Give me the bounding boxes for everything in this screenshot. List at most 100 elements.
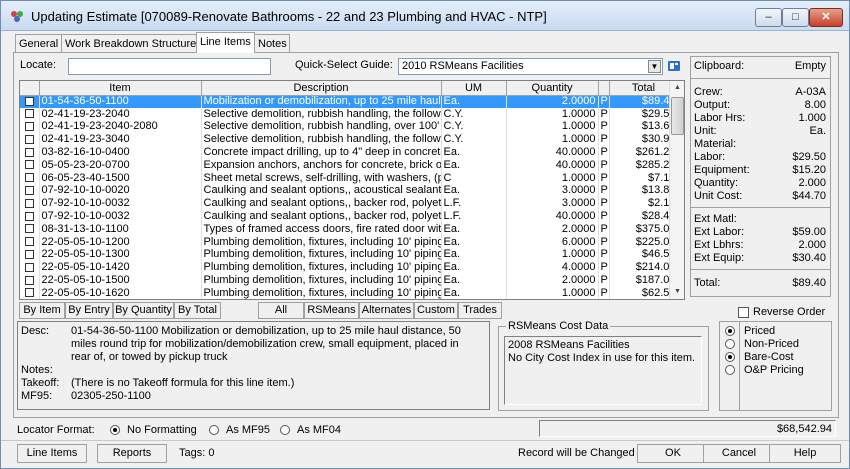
row-checkbox[interactable] <box>20 197 40 211</box>
row-checkbox[interactable] <box>20 261 40 275</box>
row-checkbox[interactable] <box>20 171 40 185</box>
checkbox[interactable] <box>24 250 34 260</box>
filter-custom-tab[interactable]: Custom <box>414 302 458 319</box>
col-quantity[interactable]: Quantity <box>506 81 599 96</box>
as-mf95-radio[interactable] <box>209 425 219 435</box>
title-bar[interactable]: Updating Estimate [070089-Renovate Bathr… <box>1 1 849 31</box>
dropdown-arrow-icon[interactable]: ▼ <box>648 60 661 73</box>
sort-by-quantity-tab[interactable]: By Quantity <box>113 302 174 319</box>
pricing-divider <box>739 321 740 411</box>
quick-select-dropdown[interactable]: 2010 RSMeans Facilities ▼ <box>398 58 663 75</box>
row-checkbox[interactable] <box>20 235 40 249</box>
checkbox[interactable] <box>24 237 34 247</box>
col-um[interactable]: UM <box>441 81 507 96</box>
checkbox[interactable] <box>24 211 34 221</box>
op-pricing-radio[interactable] <box>725 365 735 375</box>
table-row[interactable]: 22-05-05-10-1420 Plumbing demolition, fix… <box>20 261 679 275</box>
minimize-button[interactable]: – <box>755 8 782 27</box>
tab-notes[interactable]: Notes <box>254 34 290 53</box>
table-row[interactable]: 22-05-05-10-1300 Plumbing demolition, fix… <box>20 248 679 262</box>
row-checkbox[interactable] <box>20 120 40 134</box>
table-row[interactable]: 07-92-10-10-0020 Caulking and sealant opt… <box>20 184 679 198</box>
tab-line-items[interactable]: Line Items <box>196 32 255 53</box>
filter-alternates-tab[interactable]: Alternates <box>359 302 414 319</box>
row-checkbox[interactable] <box>20 274 40 287</box>
table-row[interactable]: 08-31-13-10-1100 Types of framed access d… <box>20 222 679 236</box>
line-items-grid[interactable]: Item Description UM Quantity Total 01-54… <box>19 80 685 300</box>
row-checkbox[interactable] <box>20 286 40 299</box>
col-description[interactable]: Description <box>201 81 442 96</box>
checkbox[interactable] <box>24 147 34 157</box>
col-item[interactable]: Item <box>39 81 202 96</box>
row-checkbox[interactable] <box>20 210 40 223</box>
row-checkbox[interactable] <box>20 107 40 121</box>
sort-by-total-tab[interactable]: By Total <box>174 302 221 319</box>
locate-input[interactable] <box>68 58 271 75</box>
filter-trades-tab[interactable]: Trades <box>458 302 502 319</box>
checkbox[interactable] <box>24 262 34 272</box>
cell-total: $13.65 <box>609 120 679 134</box>
scroll-down-icon[interactable]: ▼ <box>670 285 685 299</box>
book-icon[interactable] <box>667 59 681 73</box>
checkbox[interactable] <box>24 186 34 196</box>
scroll-thumb[interactable] <box>671 97 684 135</box>
checkbox[interactable] <box>24 134 34 144</box>
tab-work-breakdown[interactable]: Work Breakdown Structure <box>61 34 197 53</box>
checkbox[interactable] <box>24 288 34 298</box>
line-items-button[interactable]: Line Items <box>17 444 87 463</box>
table-row[interactable]: 22-05-05-10-1620 Plumbing demolition, fix… <box>20 286 679 299</box>
maximize-button[interactable]: □ <box>782 8 809 27</box>
sort-by-entry-tab[interactable]: By Entry <box>65 302 113 319</box>
reverse-order-checkbox[interactable] <box>738 307 749 318</box>
as-mf04-radio[interactable] <box>280 425 290 435</box>
cancel-button[interactable]: Cancel <box>703 444 775 463</box>
checkbox[interactable] <box>24 109 34 119</box>
row-checkbox[interactable] <box>20 248 40 262</box>
checkbox[interactable] <box>24 275 34 285</box>
table-row[interactable]: 06-05-23-40-1500 Sheet metal screws, self… <box>20 171 679 185</box>
table-row[interactable]: 07-92-10-10-0032 Caulking and sealant opt… <box>20 197 679 211</box>
cost-data-box: 2008 RSMeans Facilities No City Cost Ind… <box>504 336 702 405</box>
row-checkbox[interactable] <box>20 184 40 198</box>
priced-radio[interactable] <box>725 326 735 336</box>
cell-item: 07-92-10-10-0032 <box>39 210 202 223</box>
tab-general[interactable]: General <box>15 34 62 53</box>
checkbox[interactable] <box>24 160 34 170</box>
grid-scrollbar[interactable]: ▲ ▼ <box>669 81 684 299</box>
row-checkbox[interactable] <box>20 222 40 236</box>
no-formatting-radio[interactable] <box>110 425 120 435</box>
filter-rsmeans-tab[interactable]: RSMeans <box>304 302 359 319</box>
checkbox[interactable] <box>24 96 34 106</box>
checkbox[interactable] <box>24 122 34 132</box>
row-checkbox[interactable] <box>20 133 40 147</box>
reports-button[interactable]: Reports <box>97 444 167 463</box>
bare-cost-radio[interactable] <box>725 352 735 362</box>
scroll-up-icon[interactable]: ▲ <box>670 81 685 95</box>
table-row[interactable]: 22-05-05-10-1500 Plumbing demolition, fix… <box>20 274 679 287</box>
table-row[interactable]: 01-54-36-50-1100 Mobilization or demobili… <box>20 95 679 108</box>
checkbox[interactable] <box>24 224 34 234</box>
table-row[interactable]: 05-05-23-20-0700 Expansion anchors, ancho… <box>20 158 679 172</box>
close-button[interactable]: ✕ <box>809 8 843 27</box>
cell-quantity: 40.0000 <box>506 158 599 172</box>
non-priced-radio[interactable] <box>725 339 735 349</box>
filter-all-tab[interactable]: All <box>258 302 304 319</box>
table-row[interactable]: 02-41-19-23-2040-2080 Selective demolitio… <box>20 120 679 134</box>
row-checkbox[interactable] <box>20 95 40 108</box>
row-checkbox[interactable] <box>20 158 40 172</box>
table-row[interactable]: 02-41-19-23-2040 Selective demolition, ru… <box>20 107 679 121</box>
row-checkbox[interactable] <box>20 146 40 159</box>
cell-quantity: 1.0000 <box>506 248 599 262</box>
table-row[interactable]: 02-41-19-23-3040 Selective demolition, ru… <box>20 133 679 147</box>
cell-quantity: 1.0000 <box>506 107 599 121</box>
sort-by-item-tab[interactable]: By Item <box>19 302 65 319</box>
col-total[interactable]: Total <box>609 81 679 96</box>
help-button[interactable]: Help <box>769 444 841 463</box>
table-row[interactable]: 22-05-05-10-1200 Plumbing demolition, fix… <box>20 235 679 249</box>
cell-um: Ea. <box>441 184 507 198</box>
checkbox[interactable] <box>24 198 34 208</box>
table-row[interactable]: 03-82-16-10-0400 Concrete impact drilling… <box>20 146 679 159</box>
ok-button[interactable]: OK <box>637 444 709 463</box>
checkbox[interactable] <box>24 173 34 183</box>
table-row[interactable]: 07-92-10-10-0032 Caulking and sealant opt… <box>20 210 679 223</box>
